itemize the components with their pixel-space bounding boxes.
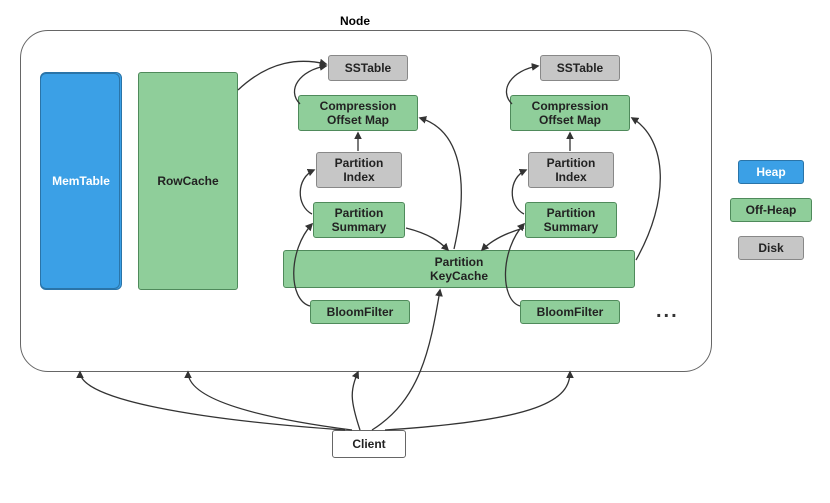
psum-1-line2: Summary [332, 220, 387, 234]
legend-disk: Disk [738, 236, 804, 260]
memtable-label: MemTable [52, 174, 110, 188]
keycache-line1: Partition [435, 255, 484, 269]
partition-index-2-box: Partition Index [528, 152, 614, 188]
partition-summary-2-box: Partition Summary [525, 202, 617, 238]
partition-keycache-box: Partition KeyCache [283, 250, 635, 288]
compression-offset-map-2-box: Compression Offset Map [510, 95, 630, 131]
partition-index-1-box: Partition Index [316, 152, 402, 188]
keycache-line2: KeyCache [430, 269, 488, 283]
sstable-2-label: SSTable [557, 61, 603, 75]
compoff-2-line1: Compression [532, 99, 609, 113]
node-title: Node [340, 14, 370, 28]
rowcache-box: RowCache [138, 72, 238, 290]
ellipsis-more: ... [656, 300, 679, 323]
pindex-2-line1: Partition [547, 156, 596, 170]
legend-offheap: Off-Heap [730, 198, 812, 222]
compoff-1-line1: Compression [320, 99, 397, 113]
sstable-2-box: SSTable [540, 55, 620, 81]
psum-2-line1: Partition [547, 206, 596, 220]
bloom-1-label: BloomFilter [327, 305, 394, 319]
rowcache-label: RowCache [157, 174, 218, 188]
diagram-stage: Node MemTable RowCache SSTable SSTable C… [0, 0, 830, 503]
bloomfilter-2-box: BloomFilter [520, 300, 620, 324]
psum-2-line2: Summary [544, 220, 599, 234]
legend-disk-label: Disk [758, 241, 783, 255]
sstable-1-label: SSTable [345, 61, 391, 75]
client-box: Client [332, 430, 406, 458]
legend-offheap-label: Off-Heap [746, 203, 797, 217]
compression-offset-map-1-box: Compression Offset Map [298, 95, 418, 131]
bloomfilter-1-box: BloomFilter [310, 300, 410, 324]
partition-summary-1-box: Partition Summary [313, 202, 405, 238]
psum-1-line1: Partition [335, 206, 384, 220]
legend-heap-label: Heap [756, 165, 785, 179]
bloom-2-label: BloomFilter [537, 305, 604, 319]
legend-heap: Heap [738, 160, 804, 184]
memtable-box: MemTable [40, 72, 122, 290]
compoff-2-line2: Offset Map [539, 113, 601, 127]
client-label: Client [352, 437, 385, 451]
compoff-1-line2: Offset Map [327, 113, 389, 127]
sstable-1-box: SSTable [328, 55, 408, 81]
pindex-1-line1: Partition [335, 156, 384, 170]
pindex-2-line2: Index [555, 170, 586, 184]
pindex-1-line2: Index [343, 170, 374, 184]
